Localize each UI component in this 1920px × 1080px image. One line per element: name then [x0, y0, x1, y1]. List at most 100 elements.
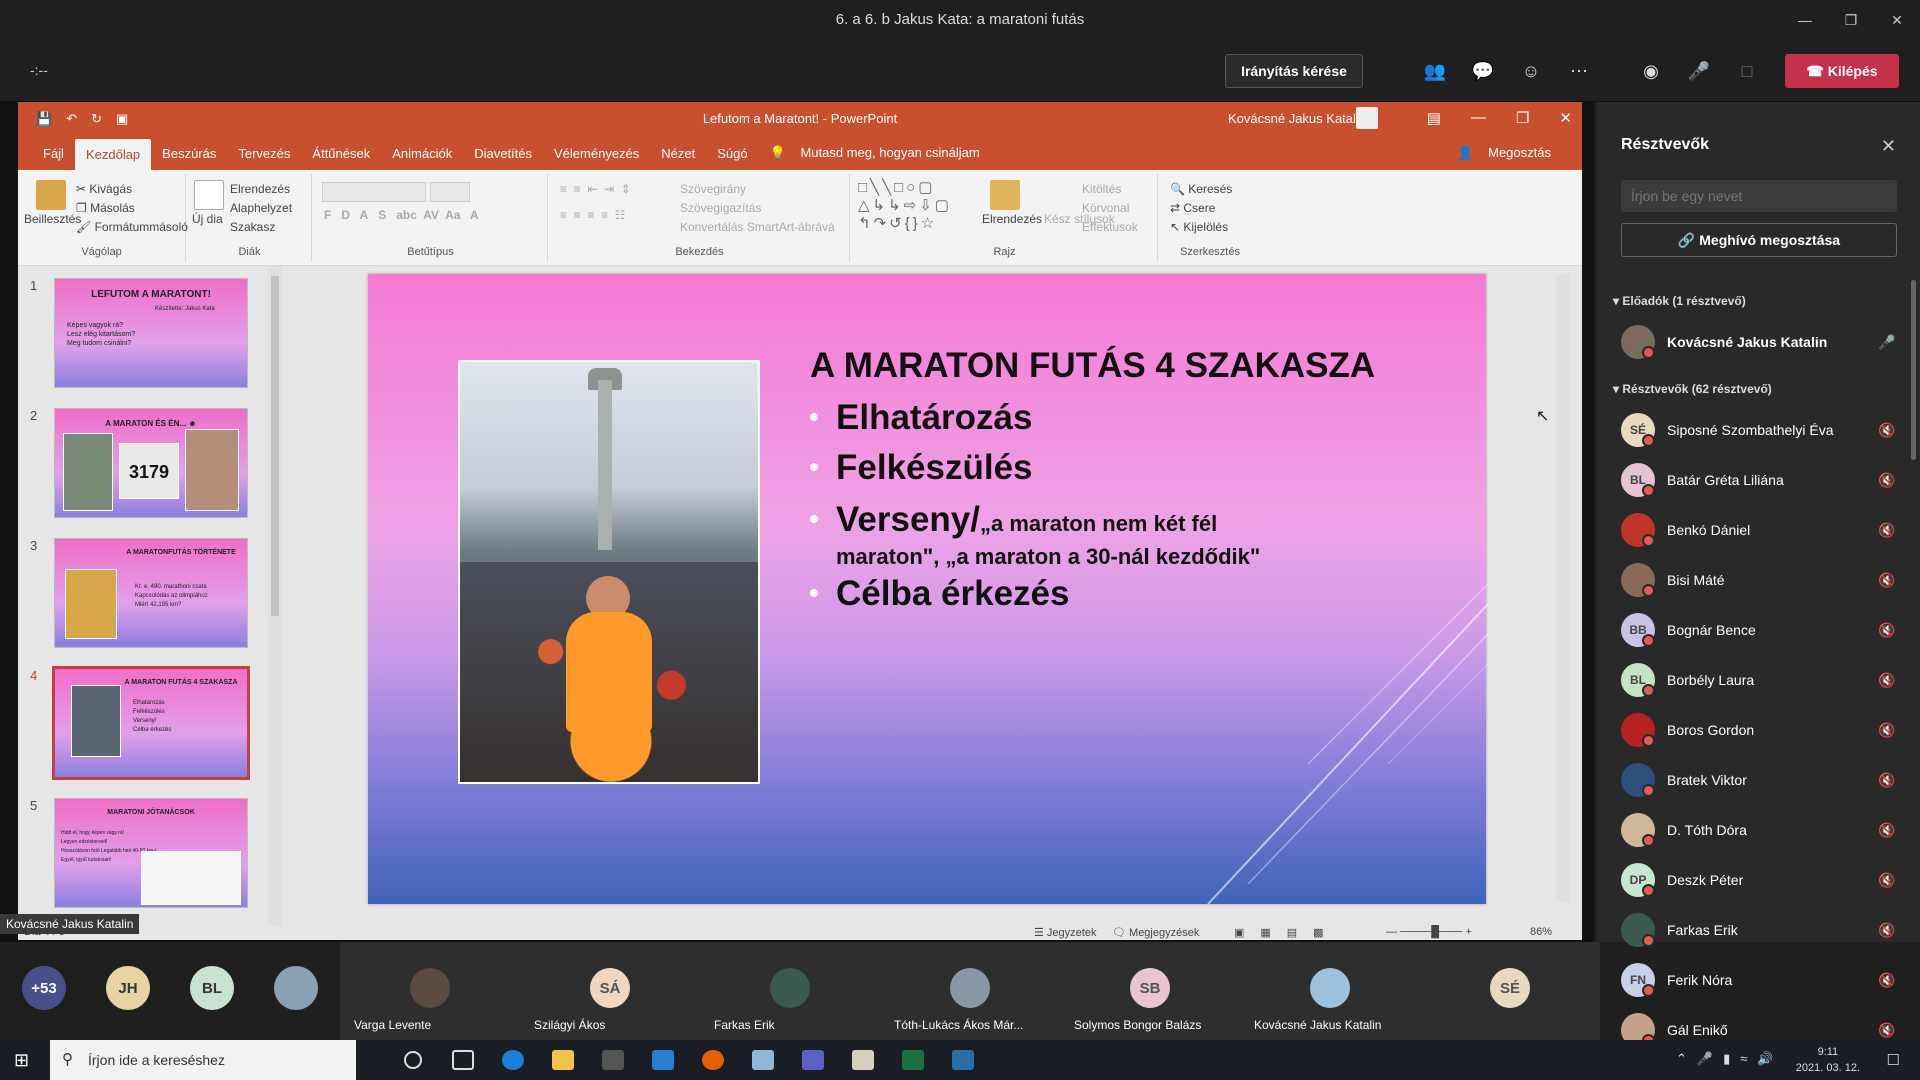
video-tile[interactable]: Farkas Erik	[700, 942, 880, 1040]
cortana-icon[interactable]	[404, 1051, 422, 1069]
shapes-gallery[interactable]: □╲╲□○▢ △↳↳⇨⇩▢ ↰↷↺{}☆	[858, 178, 952, 232]
participant-row[interactable]: DP Deszk Péter 🔇	[1621, 860, 1897, 900]
user-avatar[interactable]	[1356, 107, 1378, 129]
firefox-icon[interactable]	[702, 1050, 724, 1070]
presenter-row[interactable]: Kovácsné Jakus Katalin 🎤	[1621, 322, 1897, 362]
participant-row[interactable]: BB Bognár Bence 🔇	[1621, 610, 1897, 650]
copy-button[interactable]: ❐ Másolás	[76, 201, 135, 215]
new-slide-icon[interactable]	[194, 180, 224, 210]
windows-start-icon[interactable]: ⊞	[14, 1050, 29, 1071]
ppt-close-icon[interactable]: ✕	[1559, 109, 1572, 127]
ppt-user-name[interactable]: Kovácsné Jakus Katalin	[1228, 111, 1366, 126]
smartart-button[interactable]: Konvertálás SmartArt-ábrává	[680, 220, 835, 234]
mic-off-icon[interactable]: 🎤	[1684, 56, 1714, 86]
participant-row[interactable]: Benkó Dániel 🔇	[1621, 510, 1897, 550]
taskbar-search[interactable]: ⚲ Írjon ide a kereséshez	[50, 1040, 356, 1080]
participant-row[interactable]: Boros Gordon 🔇	[1621, 710, 1897, 750]
app-icon[interactable]	[752, 1050, 774, 1070]
text-direction-button[interactable]: Szövegirány	[680, 182, 746, 196]
leave-button[interactable]: ☎ Kilépés	[1785, 54, 1899, 88]
align-text-button[interactable]: Szövegigazítás	[680, 201, 761, 215]
slide-thumbnail-5[interactable]: MARATONI JÓTANÁCSOK Hidd el, hogy képes …	[54, 798, 248, 908]
video-tile[interactable]: SB Solymos Bongor Balázs	[1060, 942, 1240, 1040]
select-button[interactable]: ↖ Kijelölés	[1170, 220, 1228, 234]
participant-row[interactable]: BL Batár Gréta Liliána 🔇	[1621, 460, 1897, 500]
chat-icon[interactable]: 💬	[1468, 56, 1498, 86]
arrange-icon[interactable]	[990, 180, 1020, 210]
fill-button[interactable]: Kitöltés	[1082, 182, 1121, 196]
paste-button[interactable]: Beillesztés	[24, 212, 81, 226]
font-name-box[interactable]	[322, 182, 426, 202]
video-tile[interactable]: SÉ	[1420, 942, 1600, 1040]
thumbnail-scrollbar[interactable]	[268, 266, 282, 926]
minimize-icon[interactable]: —	[1782, 0, 1828, 40]
slide-thumbnail-3[interactable]: A MARATONFUTÁS TÖRTÉNETE Kr. e. 490. mar…	[54, 538, 248, 648]
share-screen-icon[interactable]: □	[1732, 56, 1762, 86]
outline-button[interactable]: Körvonal	[1082, 201, 1129, 215]
effects-button[interactable]: Effektusok	[1082, 220, 1138, 234]
video-tile[interactable]: Varga Levente	[340, 942, 520, 1040]
section-button[interactable]: Szakasz	[230, 220, 275, 234]
layout-button[interactable]: Elrendezés	[230, 182, 290, 196]
slide-thumbnail-2[interactable]: A MARATON ÉS ÉN... ☻ 3179	[54, 408, 248, 518]
participant-row[interactable]: Farkas Erik 🔇	[1621, 910, 1897, 950]
clock[interactable]: 9:11 2021. 03. 12.	[1796, 1044, 1860, 1076]
video-tile[interactable]: Tóth-Lukács Ákos Már...	[880, 942, 1060, 1040]
restore-icon[interactable]: ❐	[1828, 0, 1874, 40]
participant-bubble[interactable]: BL	[190, 966, 234, 1010]
tab-slideshow[interactable]: Diavetítés	[463, 146, 543, 170]
video-tile[interactable]: Kovácsné Jakus Katalin	[1240, 942, 1420, 1040]
presenters-header[interactable]: ▾ Előadók (1 résztvevő)	[1613, 294, 1746, 308]
ribbon-display-icon[interactable]: ▤	[1427, 109, 1441, 127]
participant-bubble[interactable]: JH	[106, 966, 150, 1010]
slide-thumbnail-1[interactable]: LEFUTOM A MARATONT! Készítette: Jakus Ka…	[54, 278, 248, 388]
new-slide-button[interactable]: Új dia	[192, 212, 223, 226]
participant-row[interactable]: D. Tóth Dóra 🔇	[1621, 810, 1897, 850]
system-tray-icons[interactable]: ⌃🎤▮≈🔊	[1676, 1051, 1784, 1067]
current-slide[interactable]: A MARATON FUTÁS 4 SZAKASZA Elhatározás F…	[368, 274, 1488, 904]
bold-icon[interactable]: F D A S abc AV Aa A	[324, 208, 479, 222]
teams-icon[interactable]	[802, 1050, 824, 1070]
task-view-icon[interactable]	[452, 1050, 474, 1070]
tab-home[interactable]: Kezdőlap	[74, 139, 152, 170]
view-buttons[interactable]: ▣▦▤▩	[1234, 926, 1340, 939]
format-painter-button[interactable]: 🖌 Formátummásoló	[76, 220, 188, 234]
tab-insert[interactable]: Beszúrás	[151, 146, 227, 170]
slide-scrollbar[interactable]	[1556, 274, 1570, 902]
request-control-button[interactable]: Irányítás kérése	[1225, 54, 1363, 88]
tab-help[interactable]: Súgó	[706, 146, 758, 170]
participant-search-input[interactable]	[1621, 180, 1897, 212]
close-icon[interactable]: ✕	[1874, 0, 1920, 40]
ppt-restore-icon[interactable]: ❐	[1516, 109, 1529, 127]
zoom-slider[interactable]: — ────█─── +	[1386, 926, 1472, 938]
list-icons[interactable]: ≡ ≡ ⇤ ⇥ ⇕	[560, 182, 631, 196]
align-icons[interactable]: ≡ ≡ ≡ ≡ ☷	[560, 208, 625, 222]
more-options-icon[interactable]: ⋯	[1564, 56, 1594, 86]
cut-button[interactable]: ✂ Kivágás	[76, 182, 132, 196]
close-panel-icon[interactable]: ✕	[1881, 136, 1896, 157]
tell-me-box[interactable]: 💡 Mutasd meg, hogyan csináljam	[759, 145, 1002, 170]
thumbnail-scroll-thumb[interactable]	[271, 276, 279, 616]
tab-animations[interactable]: Animációk	[381, 146, 463, 170]
comments-button[interactable]: 🗨 Megjegyzések	[1112, 926, 1199, 939]
participants-icon[interactable]: 👥	[1420, 56, 1450, 86]
share-invite-button[interactable]: 🔗 Meghívó megosztása	[1621, 223, 1897, 257]
store-icon[interactable]	[602, 1050, 624, 1070]
tab-view[interactable]: Nézet	[650, 146, 706, 170]
notifications-icon[interactable]: ☐	[1887, 1051, 1900, 1069]
edge-icon[interactable]	[502, 1050, 524, 1070]
reactions-icon[interactable]: ☺	[1516, 56, 1546, 86]
participant-row[interactable]: SÉ Siposné Szombathelyi Éva 🔇	[1621, 410, 1897, 450]
tab-review[interactable]: Véleményezés	[543, 146, 650, 170]
share-button[interactable]: 👤 Megosztás	[1457, 145, 1562, 161]
ppt-minimize-icon[interactable]: —	[1471, 109, 1486, 127]
video-tile[interactable]: SÁ Szilágyi Ákos	[520, 942, 700, 1040]
reset-button[interactable]: Alaphelyzet	[230, 201, 292, 215]
participant-row[interactable]: Bratek Viktor 🔇	[1621, 760, 1897, 800]
find-button[interactable]: 🔍 Keresés	[1170, 182, 1232, 196]
participant-row[interactable]: FN Ferik Nóra 🔇	[1621, 960, 1897, 1000]
attendees-header[interactable]: ▾ Résztvevők (62 résztvevő)	[1613, 382, 1772, 396]
slide-thumbnail-4[interactable]: A MARATON FUTÁS 4 SZAKASZA Elhatározás F…	[52, 666, 250, 780]
camera-off-icon[interactable]: ◉	[1636, 56, 1666, 86]
arrange-button[interactable]: Elrendezés	[982, 212, 1042, 226]
